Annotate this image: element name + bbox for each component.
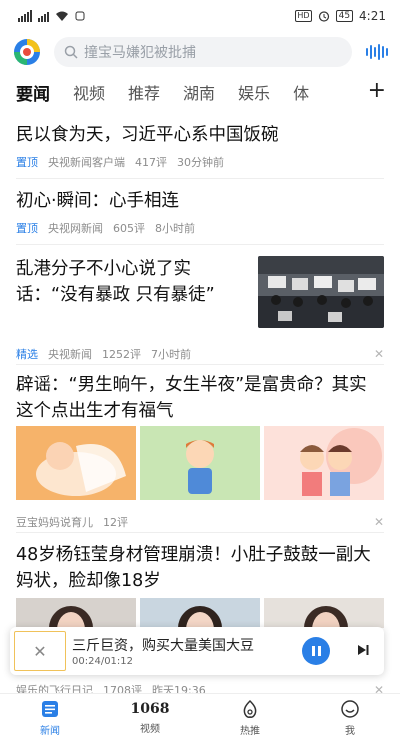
video-1068-icon: 1068 bbox=[130, 700, 170, 717]
news-time: 30分钟前 bbox=[177, 156, 224, 169]
news-item[interactable]: 乱港分子不小心说了实话：“没有暴政 只有暴徒” bbox=[16, 256, 246, 308]
news-item[interactable]: 48岁杨钰莹身材管理崩溃！小肚子鼓鼓一副大妈状，脸却像18岁 bbox=[16, 542, 384, 594]
news-thumbnail[interactable] bbox=[258, 256, 384, 328]
news-item[interactable]: 辟谣：“男生晌午，女生半夜”是富贵命？其实这个点出生才有福气 bbox=[16, 372, 384, 424]
news-comments: 417评 bbox=[135, 156, 167, 169]
alarm-icon bbox=[318, 11, 329, 22]
next-track-icon[interactable] bbox=[356, 643, 370, 657]
news-meta: 置顶 央视新闻客户端 417评 30分钟前 bbox=[16, 154, 384, 170]
divider bbox=[16, 364, 384, 365]
bottom-nav: 新闻 1068 视频 热推 我 bbox=[0, 693, 400, 741]
divider bbox=[16, 178, 384, 179]
nav-hot[interactable]: 热推 bbox=[200, 694, 300, 741]
news-icon bbox=[42, 700, 58, 717]
news-title[interactable]: 民以食为天，习近平心系中国饭碗 bbox=[16, 122, 384, 148]
top-bar: 撞宝马嫌犯被批捕 bbox=[0, 34, 400, 70]
news-image[interactable] bbox=[264, 426, 384, 500]
news-meta: 精选 央视新闻 1252评 7小时前 ✕ bbox=[16, 346, 384, 362]
nav-label: 热推 bbox=[240, 725, 260, 737]
news-comments: 12评 bbox=[103, 516, 128, 529]
nav-label: 新闻 bbox=[40, 725, 60, 737]
news-source: 央视网新闻 bbox=[48, 222, 103, 235]
tab-headlines[interactable]: 要闻 bbox=[16, 80, 50, 110]
search-box[interactable]: 撞宝马嫌犯被批捕 bbox=[54, 37, 352, 67]
news-source: 央视新闻客户端 bbox=[48, 156, 125, 169]
notification-icon bbox=[75, 11, 85, 21]
nav-label: 我 bbox=[345, 725, 355, 737]
pause-button[interactable] bbox=[302, 637, 330, 665]
news-title[interactable]: 初心·瞬间：心手相连 bbox=[16, 188, 384, 214]
divider bbox=[16, 532, 384, 533]
app-logo-icon[interactable] bbox=[12, 37, 42, 67]
news-item[interactable]: 民以食为天，习近平心系中国饭碗 置顶 央视新闻客户端 417评 30分钟前 bbox=[16, 122, 384, 170]
dismiss-icon[interactable]: ✕ bbox=[374, 347, 384, 361]
news-item[interactable]: 初心·瞬间：心手相连 置顶 央视网新闻 605评 8小时前 bbox=[16, 188, 384, 236]
player-time: 00:24/01:12 bbox=[72, 656, 134, 667]
news-comments: 1252评 bbox=[102, 348, 141, 361]
featured-tag: 精选 bbox=[16, 348, 38, 361]
status-left bbox=[18, 10, 85, 22]
tab-entertainment[interactable]: 娱乐 bbox=[238, 80, 270, 104]
pin-tag: 置顶 bbox=[16, 156, 38, 169]
status-time: 4:21 bbox=[359, 9, 386, 23]
news-title[interactable]: 乱港分子不小心说了实话：“没有暴政 只有暴徒” bbox=[16, 256, 246, 308]
hot-icon bbox=[243, 699, 257, 718]
news-time: 8小时前 bbox=[155, 222, 195, 235]
signal-2-icon bbox=[38, 10, 49, 22]
profile-icon bbox=[341, 699, 359, 718]
news-image[interactable] bbox=[16, 426, 136, 500]
audio-broadcast-icon[interactable] bbox=[366, 43, 388, 61]
news-image[interactable] bbox=[140, 426, 260, 500]
status-right: HD 45 4:21 bbox=[295, 9, 386, 23]
wifi-icon bbox=[56, 11, 68, 21]
search-placeholder: 撞宝马嫌犯被批捕 bbox=[84, 45, 196, 61]
channel-tabs: 要闻 视频 推荐 湖南 娱乐 体 bbox=[0, 74, 400, 110]
close-player-button[interactable]: ✕ bbox=[14, 631, 66, 671]
news-image[interactable] bbox=[264, 598, 384, 628]
search-icon bbox=[64, 45, 78, 59]
add-channel-button[interactable]: + bbox=[359, 80, 386, 102]
news-image[interactable] bbox=[140, 598, 260, 628]
nav-label: 视频 bbox=[140, 723, 160, 735]
tab-sports[interactable]: 体 bbox=[293, 80, 309, 104]
news-source: 央视新闻 bbox=[48, 348, 92, 361]
battery-indicator: 45 bbox=[335, 10, 354, 22]
tab-recommend[interactable]: 推荐 bbox=[128, 80, 160, 104]
nav-video[interactable]: 1068 视频 bbox=[100, 694, 200, 741]
hd-badge: HD bbox=[295, 10, 312, 22]
news-meta: 豆宝妈妈说育儿 12评 ✕ bbox=[16, 514, 384, 530]
news-meta-row: 精选 央视新闻 1252评 7小时前 ✕ bbox=[16, 340, 384, 362]
audio-player[interactable]: ✕ 三斤巨资，购买大量美国大豆 00:24/01:12 bbox=[10, 627, 384, 675]
nav-profile[interactable]: 我 bbox=[300, 694, 400, 741]
news-source: 豆宝妈妈说育儿 bbox=[16, 516, 93, 529]
dismiss-icon[interactable]: ✕ bbox=[374, 515, 384, 529]
news-meta-row: 豆宝妈妈说育儿 12评 ✕ bbox=[16, 508, 384, 530]
signal-icon bbox=[18, 10, 32, 22]
pin-tag: 置顶 bbox=[16, 222, 38, 235]
news-time: 7小时前 bbox=[151, 348, 191, 361]
news-image[interactable] bbox=[16, 598, 136, 628]
news-meta: 置顶 央视网新闻 605评 8小时前 bbox=[16, 220, 384, 236]
nav-news[interactable]: 新闻 bbox=[0, 694, 100, 741]
news-comments: 605评 bbox=[113, 222, 145, 235]
tab-hunan[interactable]: 湖南 bbox=[183, 80, 215, 104]
tab-video[interactable]: 视频 bbox=[73, 80, 105, 104]
divider bbox=[16, 244, 384, 245]
news-title[interactable]: 辟谣：“男生晌午，女生半夜”是富贵命？其实这个点出生才有福气 bbox=[16, 372, 384, 424]
player-title: 三斤巨资，购买大量美国大豆 bbox=[72, 638, 254, 654]
status-bar: HD 45 4:21 bbox=[0, 0, 400, 32]
news-title[interactable]: 48岁杨钰莹身材管理崩溃！小肚子鼓鼓一副大妈状，脸却像18岁 bbox=[16, 542, 384, 594]
